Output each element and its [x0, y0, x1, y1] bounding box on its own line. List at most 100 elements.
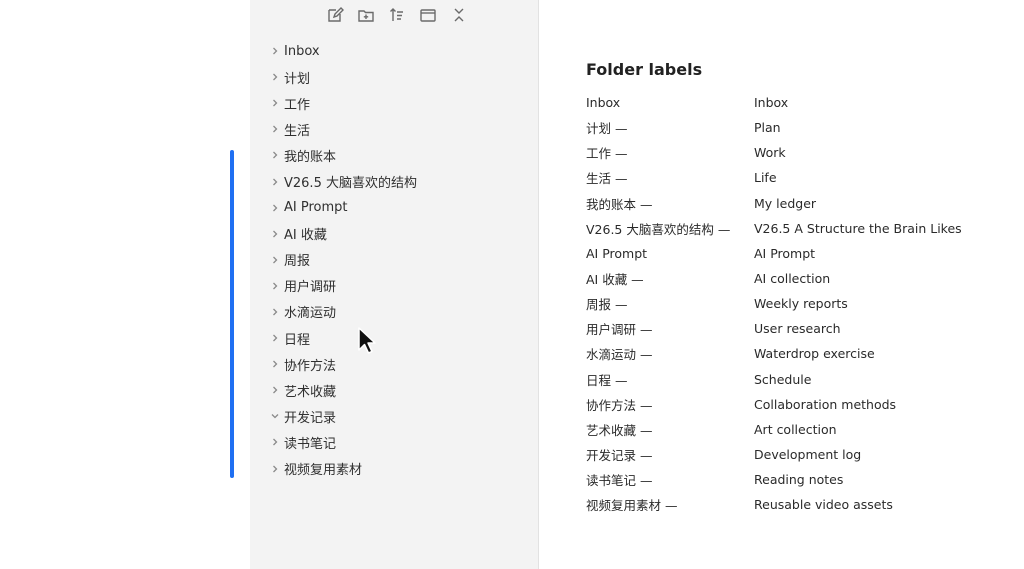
english-label: Life: [754, 170, 777, 186]
chevron-down-icon[interactable]: [266, 409, 284, 423]
english-label: Art collection: [754, 421, 837, 437]
folder-item[interactable]: AI 收藏: [266, 221, 526, 247]
collapse-all-icon: [454, 8, 464, 22]
label-row: 开发记录 — Development log: [586, 442, 1006, 467]
desktop-background: [0, 0, 250, 569]
label-row: 视频复用素材 — Reusable video assets: [586, 492, 1006, 517]
chevron-right-icon[interactable]: [266, 175, 284, 189]
chevron-right-icon[interactable]: [266, 331, 284, 345]
label-row: 日程 — Schedule: [586, 367, 1006, 392]
folder-item[interactable]: 艺术收藏: [266, 377, 526, 403]
source-label: 生活 —: [586, 171, 628, 187]
folder-item[interactable]: 我的账本: [266, 142, 526, 168]
source-label: 我的账本 —: [586, 196, 653, 212]
folder-item[interactable]: AI Prompt: [266, 195, 526, 221]
source-label: 协作方法 —: [586, 397, 653, 413]
english-label: Reusable video assets: [754, 497, 893, 513]
label-row: 生活 — Life: [586, 165, 1006, 190]
source-label: 计划 —: [586, 121, 628, 137]
source-label: 读书笔记 —: [586, 473, 653, 489]
chevron-right-icon[interactable]: [266, 462, 284, 476]
label-row: 用户调研 — User research: [586, 316, 1006, 341]
english-label: Plan: [754, 120, 781, 136]
new-note-button[interactable]: [324, 4, 346, 26]
chevron-right-icon[interactable]: [266, 227, 284, 241]
folder-item[interactable]: 用户调研: [266, 273, 526, 299]
chevron-right-icon[interactable]: [266, 44, 284, 58]
folder-item[interactable]: 开发记录: [266, 403, 526, 429]
label-row: 周报 — Weekly reports: [586, 291, 1006, 316]
source-label: 用户调研 —: [586, 322, 653, 338]
label-row: 工作 — Work: [586, 140, 1006, 165]
chevron-right-icon[interactable]: [266, 279, 284, 293]
label-row: AI 收藏 — AI collection: [586, 266, 1006, 291]
main-content: Folder labels Inbox Inbox 计划 — Plan 工作 — Work…: [540, 0, 1024, 569]
chevron-right-icon[interactable]: [266, 96, 284, 110]
source-label: 艺术收藏 —: [586, 422, 653, 438]
folder-label: AI Prompt: [284, 200, 348, 216]
english-label: Reading notes: [754, 472, 844, 488]
english-label: Inbox: [754, 95, 789, 111]
chevron-right-icon[interactable]: [266, 383, 284, 397]
toggle-view-button[interactable]: [417, 4, 439, 26]
label-row: 水滴运动 — Waterdrop exercise: [586, 341, 1006, 366]
collapse-all-button[interactable]: [448, 4, 470, 26]
folder-item[interactable]: 视频复用素材: [266, 456, 526, 482]
folder-item[interactable]: 计划: [266, 64, 526, 90]
window-icon: [420, 9, 436, 22]
source-label: 开发记录 —: [586, 448, 653, 464]
english-label: Schedule: [754, 371, 812, 387]
label-row: Inbox Inbox: [586, 90, 1006, 115]
folder-label: 艺术收藏: [284, 384, 337, 400]
folder-label: Inbox: [284, 43, 320, 59]
chevron-right-icon[interactable]: [266, 122, 284, 136]
folder-item[interactable]: 读书笔记: [266, 429, 526, 455]
source-label: V26.5 大脑喜欢的结构 —: [586, 221, 731, 237]
folder-label: 协作方法: [284, 358, 337, 374]
folder-item[interactable]: V26.5 大脑喜欢的结构: [266, 168, 526, 194]
folder-label: 工作: [284, 97, 311, 113]
folder-label: 计划: [284, 71, 311, 87]
english-label: Collaboration methods: [754, 396, 897, 412]
page-title: Folder labels: [586, 60, 703, 79]
label-table: Inbox Inbox 计划 — Plan 工作 — Work 生活 — Life 我的账本 —…: [586, 90, 1006, 517]
english-label: Weekly reports: [754, 296, 848, 312]
label-row: V26.5 大脑喜欢的结构 — V26.5 A Structure the Bra…: [586, 216, 1006, 241]
chevron-right-icon[interactable]: [266, 357, 284, 371]
sort-button[interactable]: [386, 4, 408, 26]
new-folder-button[interactable]: [355, 4, 377, 26]
folder-label: 生活: [284, 123, 311, 139]
label-row: 协作方法 — Collaboration methods: [586, 392, 1006, 417]
folder-label: V26.5 大脑喜欢的结构: [284, 176, 417, 192]
english-label: AI collection: [754, 271, 831, 287]
label-row: AI Prompt AI Prompt: [586, 241, 1006, 266]
english-label: Development log: [754, 447, 862, 463]
chevron-right-icon[interactable]: [266, 70, 284, 84]
folder-item[interactable]: 周报: [266, 247, 526, 273]
source-label: 工作 —: [586, 146, 628, 162]
chevron-right-icon[interactable]: [266, 435, 284, 449]
folder-label: 周报: [284, 254, 311, 270]
source-label: 视频复用素材 —: [586, 498, 678, 514]
folder-item[interactable]: 日程: [266, 325, 526, 351]
chevron-right-icon[interactable]: [266, 253, 284, 267]
folder-label: 视频复用素材: [284, 463, 363, 479]
folder-item[interactable]: 水滴运动: [266, 299, 526, 325]
source-label: Inbox: [586, 95, 621, 111]
folder-label: 开发记录: [284, 410, 337, 426]
new-folder-icon: [358, 10, 374, 22]
chevron-right-icon[interactable]: [266, 305, 284, 319]
chevron-right-icon[interactable]: [266, 201, 284, 215]
english-label: My ledger: [754, 195, 817, 211]
label-row: 艺术收藏 — Art collection: [586, 417, 1006, 442]
folder-item[interactable]: Inbox: [266, 38, 526, 64]
folder-item[interactable]: 生活: [266, 116, 526, 142]
folder-sidebar: Inbox 计划工作生活我的账本 V26.5 大脑喜欢的结构 AI Prompt AI …: [250, 0, 539, 569]
chevron-right-icon[interactable]: [266, 148, 284, 162]
folder-item[interactable]: 协作方法: [266, 351, 526, 377]
source-label: AI 收藏 —: [586, 272, 644, 288]
folder-label: 读书笔记: [284, 436, 337, 452]
folder-item[interactable]: 工作: [266, 90, 526, 116]
folder-tree: Inbox 计划工作生活我的账本 V26.5 大脑喜欢的结构 AI Prompt AI …: [266, 38, 526, 482]
sort-icon: [390, 8, 403, 21]
